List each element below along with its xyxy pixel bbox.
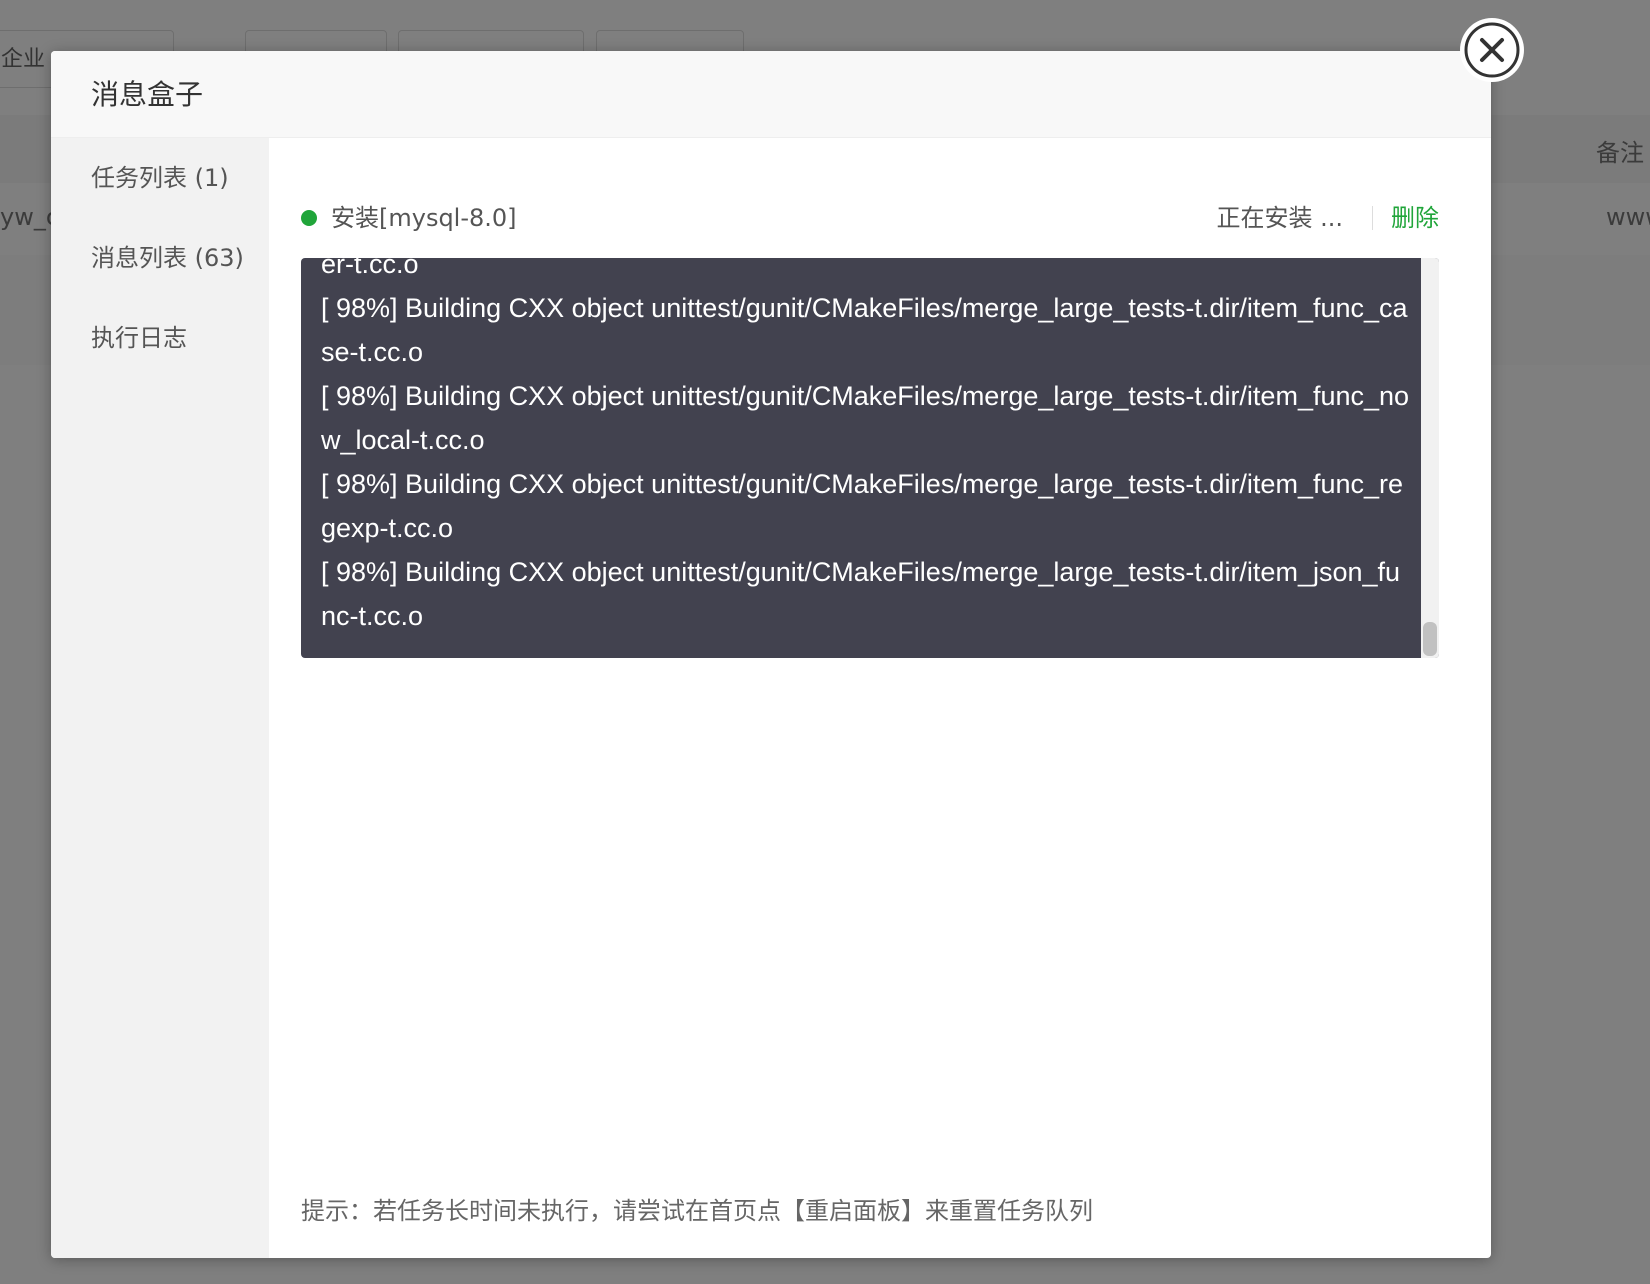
task-item: 安装[mysql-8.0] 正在安装 ... 删除 bbox=[301, 198, 1439, 238]
console-line: [ 98%] Building CXX object unittest/guni… bbox=[321, 557, 1401, 631]
console-line: [ 98%] Building CXX object unittest/guni… bbox=[321, 381, 1410, 455]
console-output: er-t.cc.o [ 98%] Building CXX object uni… bbox=[321, 258, 1411, 638]
modal-header: 消息盒子 bbox=[51, 51, 1491, 138]
console-line: [ 98%] Building CXX object unittest/guni… bbox=[321, 469, 1404, 543]
close-button[interactable] bbox=[1462, 20, 1522, 80]
sidebar-item-label: 消息列表 (63) bbox=[91, 244, 244, 272]
sidebar-item-execution-log[interactable]: 执行日志 bbox=[51, 298, 269, 378]
delete-task-link[interactable]: 删除 bbox=[1391, 198, 1439, 238]
sidebar-item-label: 执行日志 bbox=[91, 324, 187, 352]
console-line: er-t.cc.o bbox=[321, 258, 419, 279]
task-divider bbox=[1372, 206, 1373, 230]
task-status: 正在安装 ... bbox=[1216, 204, 1343, 232]
status-dot-icon bbox=[301, 210, 317, 226]
hint-text: 提示：若任务长时间未执行，请尝试在首页点【重启面板】来重置任务队列 bbox=[301, 1197, 1093, 1225]
console-scrollbar-thumb[interactable] bbox=[1423, 622, 1437, 656]
message-box-modal: 消息盒子 任务列表 (1) 消息列表 (63) 执行日志 安装[mysql-8.… bbox=[51, 51, 1491, 1258]
modal-title: 消息盒子 bbox=[91, 78, 204, 111]
install-log-console[interactable]: er-t.cc.o [ 98%] Building CXX object uni… bbox=[301, 258, 1439, 658]
task-content-panel: 安装[mysql-8.0] 正在安装 ... 删除 er-t.cc.o [ 98… bbox=[269, 138, 1491, 1258]
console-scrollbar[interactable] bbox=[1421, 258, 1439, 658]
sidebar-item-task-list[interactable]: 任务列表 (1) bbox=[51, 138, 269, 218]
sidebar-item-message-list[interactable]: 消息列表 (63) bbox=[51, 218, 269, 298]
modal-sidebar: 任务列表 (1) 消息列表 (63) 执行日志 bbox=[51, 138, 269, 1258]
task-name: 安装[mysql-8.0] bbox=[331, 204, 517, 232]
console-line: [ 98%] Building CXX object unittest/guni… bbox=[321, 293, 1408, 367]
sidebar-item-label: 任务列表 (1) bbox=[91, 164, 229, 192]
close-circle-icon bbox=[1464, 22, 1520, 78]
